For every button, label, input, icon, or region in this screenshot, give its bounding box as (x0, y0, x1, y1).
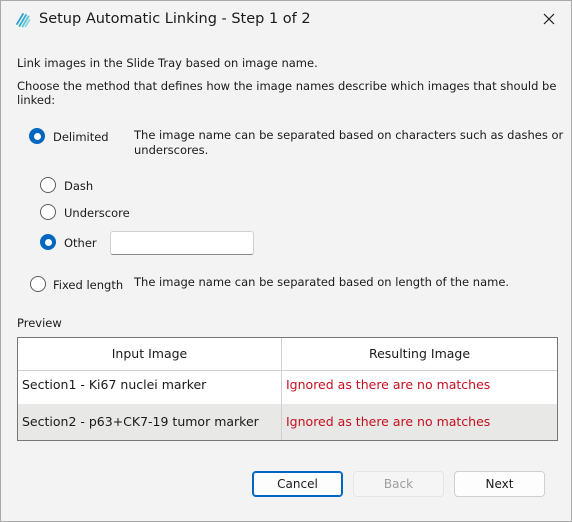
fixed-length-radio[interactable] (30, 276, 46, 292)
table-row[interactable]: Section1 - Ki67 nuclei marker Ignored as… (18, 367, 557, 403)
delimited-description: The image name can be separated based on… (134, 128, 564, 142)
delimited-label[interactable]: Delimited (53, 130, 109, 144)
app-logo-icon (14, 11, 32, 29)
delimited-description-cont: underscores. (134, 143, 209, 157)
fixed-length-label[interactable]: Fixed length (53, 278, 123, 292)
window-title: Setup Automatic Linking - Step 1 of 2 (39, 11, 311, 27)
next-button[interactable]: Next (454, 471, 545, 497)
dialog-window: Setup Automatic Linking - Step 1 of 2 Li… (0, 0, 572, 522)
intro-line-1: Link images in the Slide Tray based on i… (17, 56, 318, 70)
other-radio[interactable] (40, 234, 56, 250)
column-divider (281, 338, 282, 440)
back-button[interactable]: Back (353, 471, 444, 497)
underscore-label[interactable]: Underscore (64, 206, 130, 220)
preview-table: Input Image Resulting Image Section1 - K… (17, 337, 558, 441)
preview-label: Preview (17, 316, 62, 330)
cancel-button[interactable]: Cancel (252, 471, 343, 497)
other-delimiter-input[interactable] (110, 231, 254, 255)
close-icon (543, 13, 555, 28)
table-row[interactable]: Section2 - p63+CK7-19 tumor marker Ignor… (18, 404, 557, 440)
resulting-image-cell: Ignored as there are no matches (286, 414, 491, 429)
fixed-length-description: The image name can be separated based on… (134, 275, 510, 289)
underscore-radio[interactable] (40, 204, 56, 220)
intro-line-2-cont: linked: (17, 93, 56, 107)
dash-label[interactable]: Dash (64, 179, 93, 193)
resulting-image-cell: Ignored as there are no matches (286, 377, 491, 392)
title-bar: Setup Automatic Linking - Step 1 of 2 (1, 1, 571, 39)
delimited-radio[interactable] (29, 128, 45, 144)
other-label[interactable]: Other (64, 236, 97, 250)
close-button[interactable] (529, 5, 569, 35)
intro-line-2: Choose the method that defines how the i… (17, 79, 557, 93)
input-image-cell: Section1 - Ki67 nuclei marker (22, 377, 207, 392)
input-image-cell: Section2 - p63+CK7-19 tumor marker (22, 414, 259, 429)
dash-radio[interactable] (40, 177, 56, 193)
